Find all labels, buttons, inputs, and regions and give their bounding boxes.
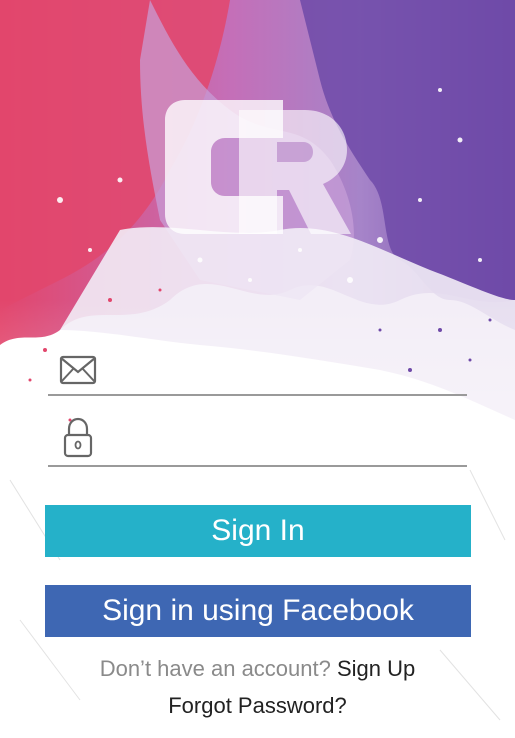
app-logo: CR: [165, 100, 351, 234]
envelope-icon: [59, 355, 97, 385]
sign-up-link[interactable]: Sign Up: [337, 656, 415, 681]
forgot-password-link[interactable]: Forgot Password?: [0, 692, 515, 720]
email-field[interactable]: [48, 340, 467, 396]
sign-in-button[interactable]: Sign In: [45, 505, 471, 557]
password-field[interactable]: [48, 410, 467, 467]
lock-icon: [63, 417, 93, 458]
password-input[interactable]: [118, 420, 461, 454]
email-input[interactable]: [118, 350, 461, 384]
login-screen: CR Sign In Sign in using Facebook Don’t …: [0, 0, 515, 738]
signup-prompt: Don’t have an account? Sign Up: [0, 655, 515, 683]
facebook-sign-in-button[interactable]: Sign in using Facebook: [45, 585, 471, 637]
no-account-text: Don’t have an account?: [99, 656, 331, 681]
